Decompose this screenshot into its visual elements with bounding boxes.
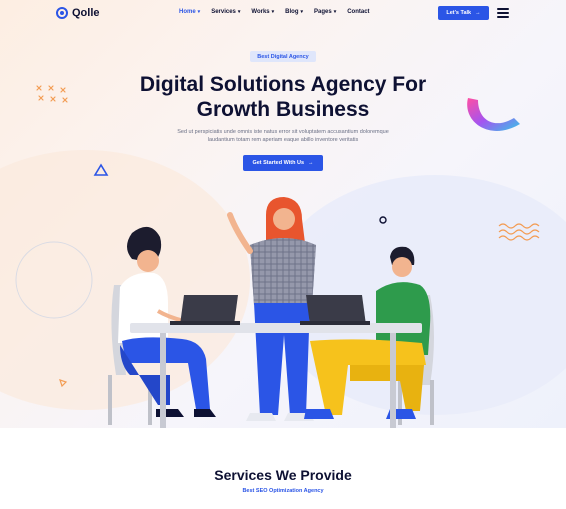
chevron-down-icon: ▾ — [197, 9, 201, 15]
main-nav: Home ▾ Services ▾ Works ▾ Blog ▾ Pages ▾ Cont… — [179, 9, 370, 15]
hero-badge: Best Digital Agency — [250, 51, 316, 62]
hero-description: Sed ut perspiciatis unde omnis iste natu… — [173, 128, 393, 144]
hero-description-line: laudantium totam rem aperiam eaque abill… — [207, 137, 359, 143]
small-triangle-icon — [59, 379, 68, 388]
nav-label: Home — [179, 9, 196, 15]
button-label: Let's Talk — [446, 10, 472, 16]
team-illustration — [108, 197, 434, 428]
logo-icon — [56, 7, 68, 19]
nav-item-services[interactable]: Services ▾ — [211, 9, 240, 15]
menu-bar — [497, 12, 509, 14]
section-subtitle: Best SEO Optimization Agency — [242, 488, 324, 494]
arrow-right-icon: → — [475, 10, 481, 16]
nav-label: Services — [211, 9, 236, 15]
hamburger-icon[interactable] — [497, 8, 509, 18]
nav-label: Works — [251, 9, 270, 15]
nav-label: Pages — [314, 9, 332, 15]
nav-item-works[interactable]: Works ▾ — [251, 9, 274, 15]
chevron-down-icon: ▾ — [333, 9, 337, 15]
brand-logo[interactable]: Qolle — [56, 7, 100, 19]
hero-section: Qolle Home ▾ Services ▾ Works ▾ Blog ▾ Pages… — [0, 0, 566, 428]
nav-item-blog[interactable]: Blog ▾ — [285, 9, 303, 15]
person-standing — [227, 197, 316, 421]
section-title: Services We Provide — [214, 467, 352, 483]
cross-pattern-icon — [36, 85, 68, 103]
triangle-icon — [93, 163, 109, 176]
nav-label: Blog — [285, 9, 299, 15]
nav-item-home[interactable]: Home ▾ — [179, 9, 200, 15]
menu-bar — [497, 8, 509, 10]
menu-bar — [497, 16, 509, 18]
hero-title-line: Growth Business — [196, 98, 370, 121]
nav-item-pages[interactable]: Pages ▾ — [314, 9, 336, 15]
lets-talk-button[interactable]: Let's Talk → — [438, 6, 489, 20]
button-label: Get Started With Us — [252, 160, 305, 166]
hero-description-line: Sed ut perspiciatis unde omnis iste natu… — [177, 129, 389, 135]
chevron-down-icon: ▾ — [237, 9, 241, 15]
nav-item-contact[interactable]: Contact — [347, 9, 369, 15]
chevron-down-icon: ▾ — [300, 9, 304, 15]
brand-name: Qolle — [72, 7, 100, 19]
laptop — [300, 295, 370, 325]
ring-3d-shape — [467, 98, 520, 131]
get-started-button[interactable]: Get Started With Us → — [243, 155, 323, 171]
nav-label: Contact — [347, 9, 370, 15]
arrow-right-icon: → — [308, 160, 314, 166]
hero-title-line: Digital Solutions Agency For — [139, 73, 427, 96]
large-circle-outline — [15, 241, 93, 319]
wave-lines-icon — [498, 223, 540, 241]
chevron-down-icon: ▾ — [271, 9, 275, 15]
